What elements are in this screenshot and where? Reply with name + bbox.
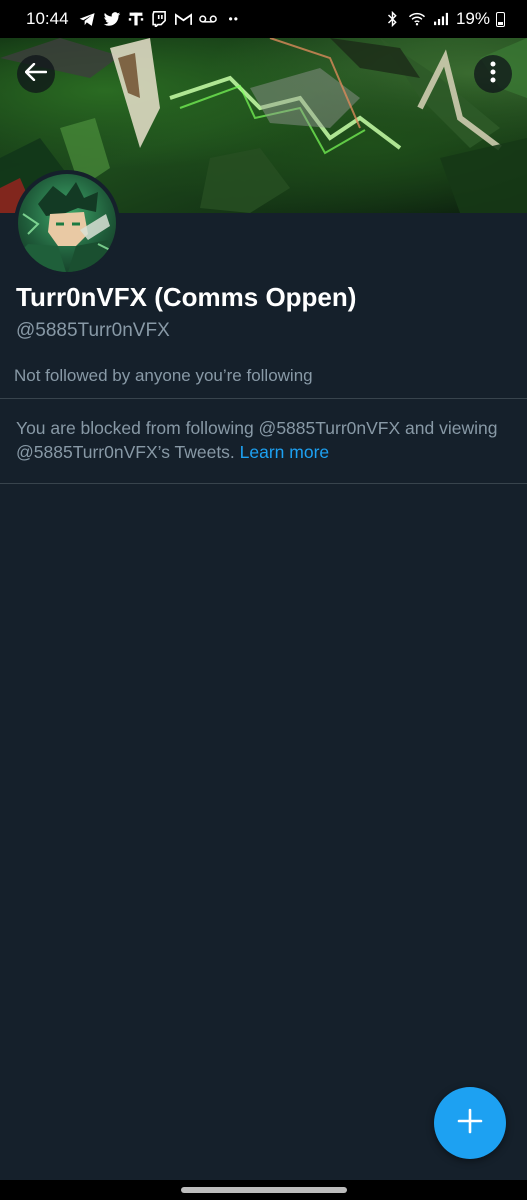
status-right: 19% <box>384 9 505 29</box>
plus-icon <box>457 1108 483 1139</box>
status-time: 10:44 <box>26 9 69 28</box>
back-button[interactable] <box>17 55 55 93</box>
avatar[interactable] <box>14 170 120 276</box>
gmail-icon <box>175 10 193 28</box>
system-navigation-bar <box>0 1180 527 1200</box>
display-name: Turr0nVFX (Comms Oppen) <box>16 282 357 312</box>
home-indicator[interactable] <box>181 1187 347 1193</box>
battery-percent: 19% <box>455 9 490 28</box>
twitch-icon <box>151 10 169 28</box>
bluetooth-icon <box>384 10 402 28</box>
t-mobile-icon <box>127 10 145 28</box>
twitter-icon <box>103 10 121 28</box>
voicemail-icon <box>198 10 217 28</box>
more-vertical-icon <box>490 61 496 88</box>
status-left: 10:44 •• <box>26 9 239 29</box>
status-bar: 10:44 •• 19% <box>0 0 527 38</box>
divider <box>0 398 527 399</box>
compose-tweet-button[interactable] <box>434 1087 506 1159</box>
blocked-notice: You are blocked from following @5885Turr… <box>16 416 516 464</box>
more-options-button[interactable] <box>474 55 512 93</box>
signal-icon <box>432 10 450 28</box>
more-notifications-icon: •• <box>228 12 239 26</box>
battery-icon <box>496 11 505 27</box>
telegram-icon <box>79 10 97 28</box>
avatar-image <box>18 174 116 272</box>
followers-you-know-note: Not followed by anyone you’re following <box>14 366 313 385</box>
arrow-left-icon <box>24 62 48 86</box>
divider <box>0 483 527 484</box>
learn-more-link[interactable]: Learn more <box>240 442 330 462</box>
profile-handle: @5885Turr0nVFX <box>16 320 170 341</box>
wifi-icon <box>408 10 426 28</box>
